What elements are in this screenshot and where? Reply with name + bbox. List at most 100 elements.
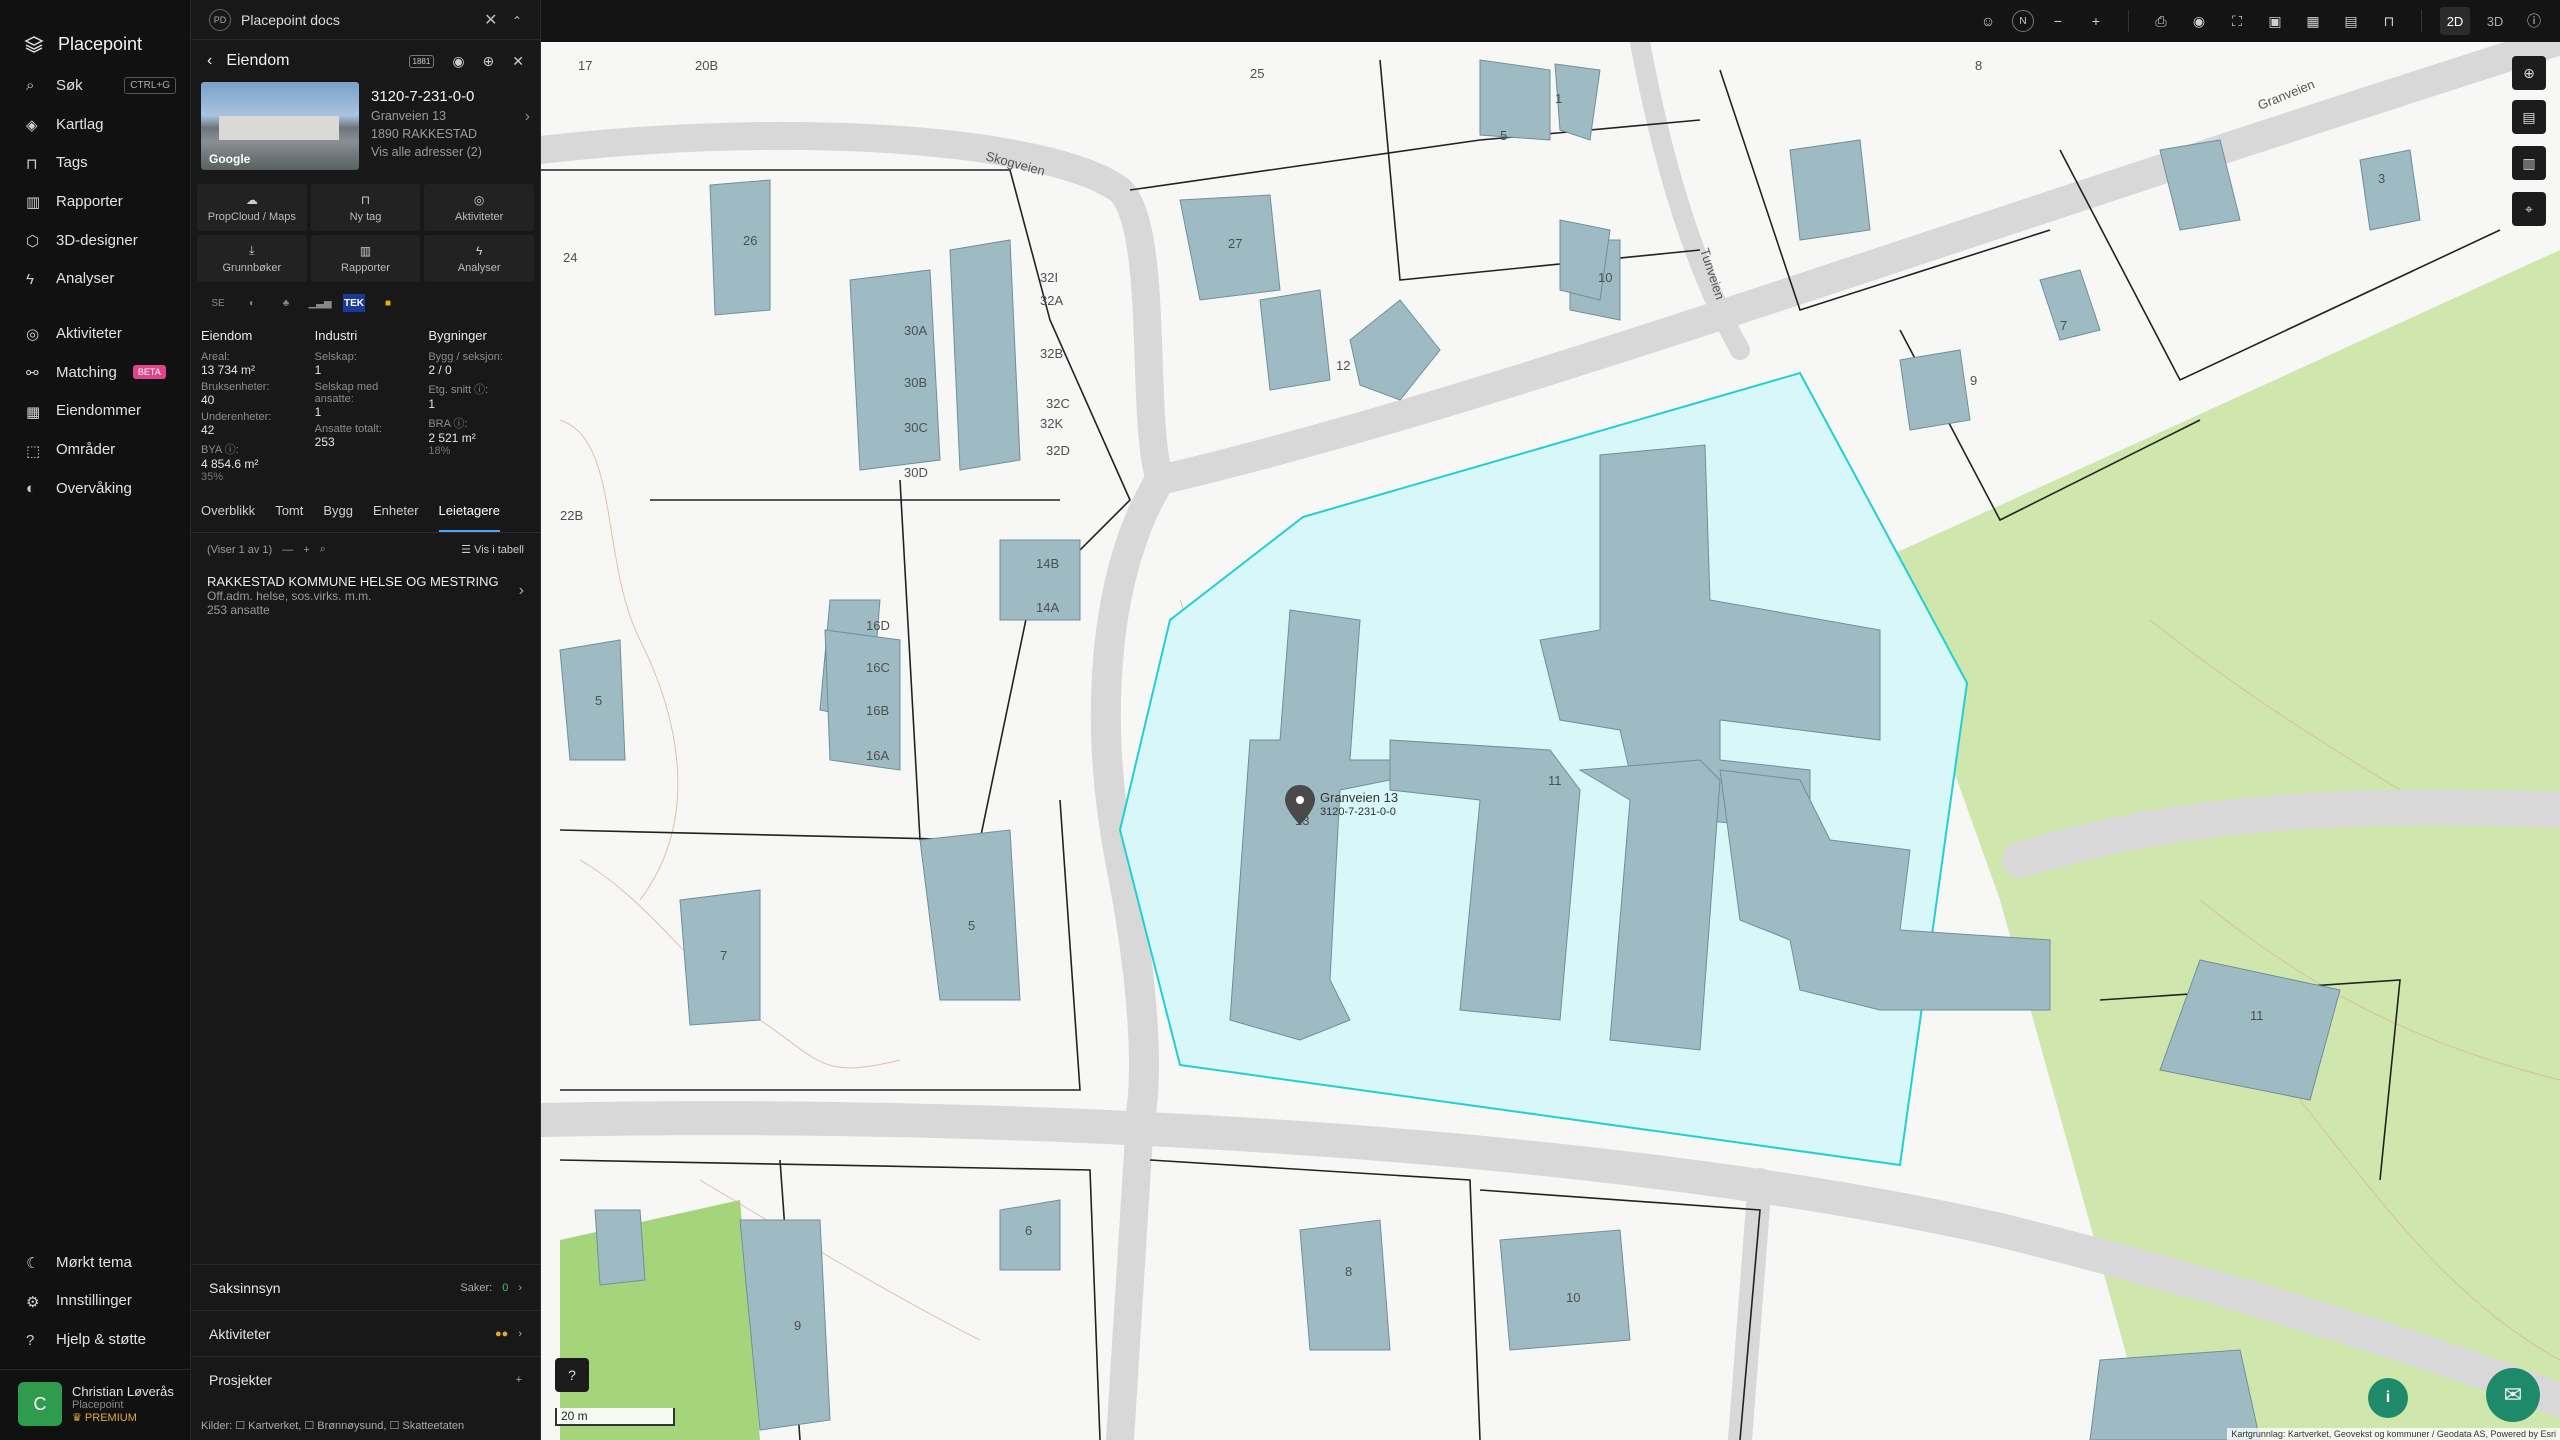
brand[interactable]: Placepoint	[0, 0, 190, 66]
action-download-button[interactable]: ⤓ Grunnbøker	[197, 235, 307, 282]
action-chart-button[interactable]: ▥ Rapporter	[310, 235, 421, 282]
grid-icon[interactable]: ▦	[2299, 7, 2327, 35]
building[interactable]	[594, 1209, 646, 1286]
compass-icon[interactable]: N	[2012, 10, 2034, 32]
sidebar-item-cube[interactable]: ⬡ 3D-designer	[0, 221, 190, 260]
info-button[interactable]: i	[2368, 1378, 2408, 1418]
building[interactable]	[559, 639, 626, 761]
tab-tomt[interactable]: Tomt	[275, 503, 303, 532]
table-tool-icon[interactable]: ▤	[2512, 100, 2546, 134]
close-workspace-icon[interactable]: ✕ ⌃	[484, 10, 522, 30]
camera-icon[interactable]: ▣	[2261, 7, 2289, 35]
tab-bygg[interactable]: Bygg	[323, 503, 353, 532]
sidebar-item-moon[interactable]: ☾ Mørkt tema	[0, 1243, 190, 1282]
section-prosjekter[interactable]: Prosjekter +	[191, 1356, 540, 1402]
zoom-out-icon[interactable]: −	[2044, 7, 2072, 35]
action-bookmark-button[interactable]: ⊓ Ny tag	[310, 184, 421, 231]
robot-icon[interactable]: ☺	[1974, 7, 2002, 35]
close-icon[interactable]: ✕	[512, 53, 524, 70]
tenant-row[interactable]: RAKKESTAD KOMMUNE HELSE OG MESTRING Off.…	[191, 566, 540, 617]
sidebar-item-monitor[interactable]: ◐ Overvåking	[0, 469, 190, 508]
building[interactable]	[1349, 299, 1441, 401]
user-card[interactable]: C Christian Løverås Placepoint ♛ PREMIUM	[0, 1369, 190, 1440]
plan-badge: ♛ PREMIUM	[72, 1412, 137, 1424]
building[interactable]	[2039, 269, 2101, 341]
chevron-right-icon[interactable]: ›	[525, 108, 530, 126]
sidebar-item-chart[interactable]: ▥ Rapporter	[0, 182, 190, 221]
search-icon[interactable]: ⌕	[320, 543, 326, 556]
fullscreen-icon[interactable]: ⛶	[2223, 7, 2251, 35]
sidebar-item-help[interactable]: ? Hjelp & støtte	[0, 1320, 190, 1359]
building[interactable]	[1299, 1219, 1391, 1351]
show-all-addresses-link[interactable]: Vis alle adresser (2)	[371, 145, 530, 159]
view-table-button[interactable]: ☰ Vis i tabell	[461, 543, 524, 556]
section-aktiviteter[interactable]: Aktiviteter ●● ›	[191, 1310, 540, 1356]
sidebar-item-building[interactable]: ▦ Eiendommer	[0, 392, 190, 431]
tab-overblikk[interactable]: Overblikk	[201, 503, 255, 532]
sidebar-item-label: Tags	[56, 154, 88, 172]
source-bars-icon[interactable]: ▁▃▅	[303, 298, 337, 309]
sidebar-item-area[interactable]: ⬚ Områder	[0, 430, 190, 469]
building[interactable]	[2089, 1349, 2261, 1440]
minus-icon[interactable]: —	[282, 544, 293, 556]
source-se-icon[interactable]: SE	[201, 298, 235, 309]
back-icon[interactable]: ‹	[207, 52, 212, 70]
building[interactable]	[709, 179, 771, 316]
mode-3d-button[interactable]: 3D	[2480, 7, 2510, 35]
map-svg[interactable]: Skogveien Granveien Tunveien 17 20B258126…	[541, 42, 2560, 1440]
plus-icon[interactable]: +	[303, 544, 309, 556]
action-activity-button[interactable]: ◎ Aktiviteter	[424, 184, 534, 231]
source-c-icon[interactable]: ■	[371, 298, 405, 309]
building[interactable]	[1479, 59, 1551, 141]
chart-tool-icon[interactable]: ▥	[2512, 146, 2546, 180]
action-cloud-button[interactable]: ☁ PropCloud / Maps	[197, 184, 307, 231]
street-view-thumbnail[interactable]: Google	[201, 82, 359, 170]
workspace-tab[interactable]: PD Placepoint docs ✕ ⌃	[191, 0, 540, 40]
zoom-in-icon[interactable]: +	[2082, 7, 2110, 35]
map-help-icon[interactable]: ?	[555, 1358, 589, 1392]
section-saksinnsyn[interactable]: Saksinnsyn Saker: 0 ›	[191, 1264, 540, 1310]
building[interactable]	[949, 239, 1021, 471]
chat-button[interactable]: ✉	[2486, 1368, 2540, 1422]
activity-icon: ◎	[473, 192, 485, 207]
print-icon[interactable]: ⎙	[2147, 7, 2175, 35]
sidebar-item-bookmark[interactable]: ⊓ Tags	[0, 143, 190, 182]
user-org: Placepoint	[72, 1399, 124, 1411]
mode-2d-button[interactable]: 2D	[2440, 7, 2470, 35]
tab-leietagere[interactable]: Leietagere	[438, 503, 500, 532]
building[interactable]	[1499, 1229, 1631, 1351]
building[interactable]	[1259, 289, 1331, 391]
eye-icon[interactable]: ◉	[452, 53, 464, 70]
sidebar-item-match[interactable]: ⚯ Matching BETA	[0, 353, 190, 392]
sidebar-item-activity[interactable]: ◎ Aktiviteter	[0, 314, 190, 353]
basemap-icon[interactable]: ▤	[2337, 7, 2365, 35]
source-tree-icon[interactable]: ♣	[269, 298, 303, 309]
add-icon[interactable]: +	[516, 1374, 522, 1386]
layer-tool-icon[interactable]: ⊕	[2512, 56, 2546, 90]
info-icon[interactable]: ⓘ	[2520, 7, 2548, 35]
sidebar-item-layers[interactable]: ◈ Kartlag	[0, 105, 190, 144]
pin-tool-icon[interactable]: ⌖	[2512, 192, 2546, 226]
house-number: 14B	[1036, 556, 1059, 571]
workspace-logo: PD	[209, 8, 231, 31]
eye-icon[interactable]: ◉	[2185, 7, 2213, 35]
target-icon[interactable]: ⊕	[483, 53, 495, 70]
source-tek-icon[interactable]: TEK	[343, 294, 365, 312]
building[interactable]	[2359, 149, 2421, 231]
sidebar-item-gear[interactable]: ⚙ Innstillinger	[0, 1282, 190, 1321]
map-canvas[interactable]: Skogveien Granveien Tunveien 17 20B 25 8 1 26…	[541, 42, 2560, 1440]
sidebar-item-bolt[interactable]: ϟ Analyser	[0, 259, 190, 298]
sidebar-item-search[interactable]: ⌕ Søk CTRL+G	[0, 66, 190, 105]
action-bolt-button[interactable]: ϟ Analyser	[424, 235, 534, 282]
house-number: 1	[1555, 91, 1562, 106]
source-globe-icon[interactable]: ◐	[235, 298, 269, 309]
tab-enheter[interactable]: Enheter	[373, 503, 419, 532]
building[interactable]	[849, 269, 941, 471]
building[interactable]	[1899, 349, 1971, 431]
directory-badge[interactable]: 1881	[408, 54, 435, 68]
building[interactable]	[919, 829, 1021, 1001]
bookmark-icon[interactable]: ⊓	[2375, 7, 2403, 35]
building[interactable]	[1789, 139, 1871, 241]
chevron-right-icon[interactable]: ›	[519, 582, 524, 600]
expand-icon[interactable]: ⌃	[512, 14, 522, 28]
